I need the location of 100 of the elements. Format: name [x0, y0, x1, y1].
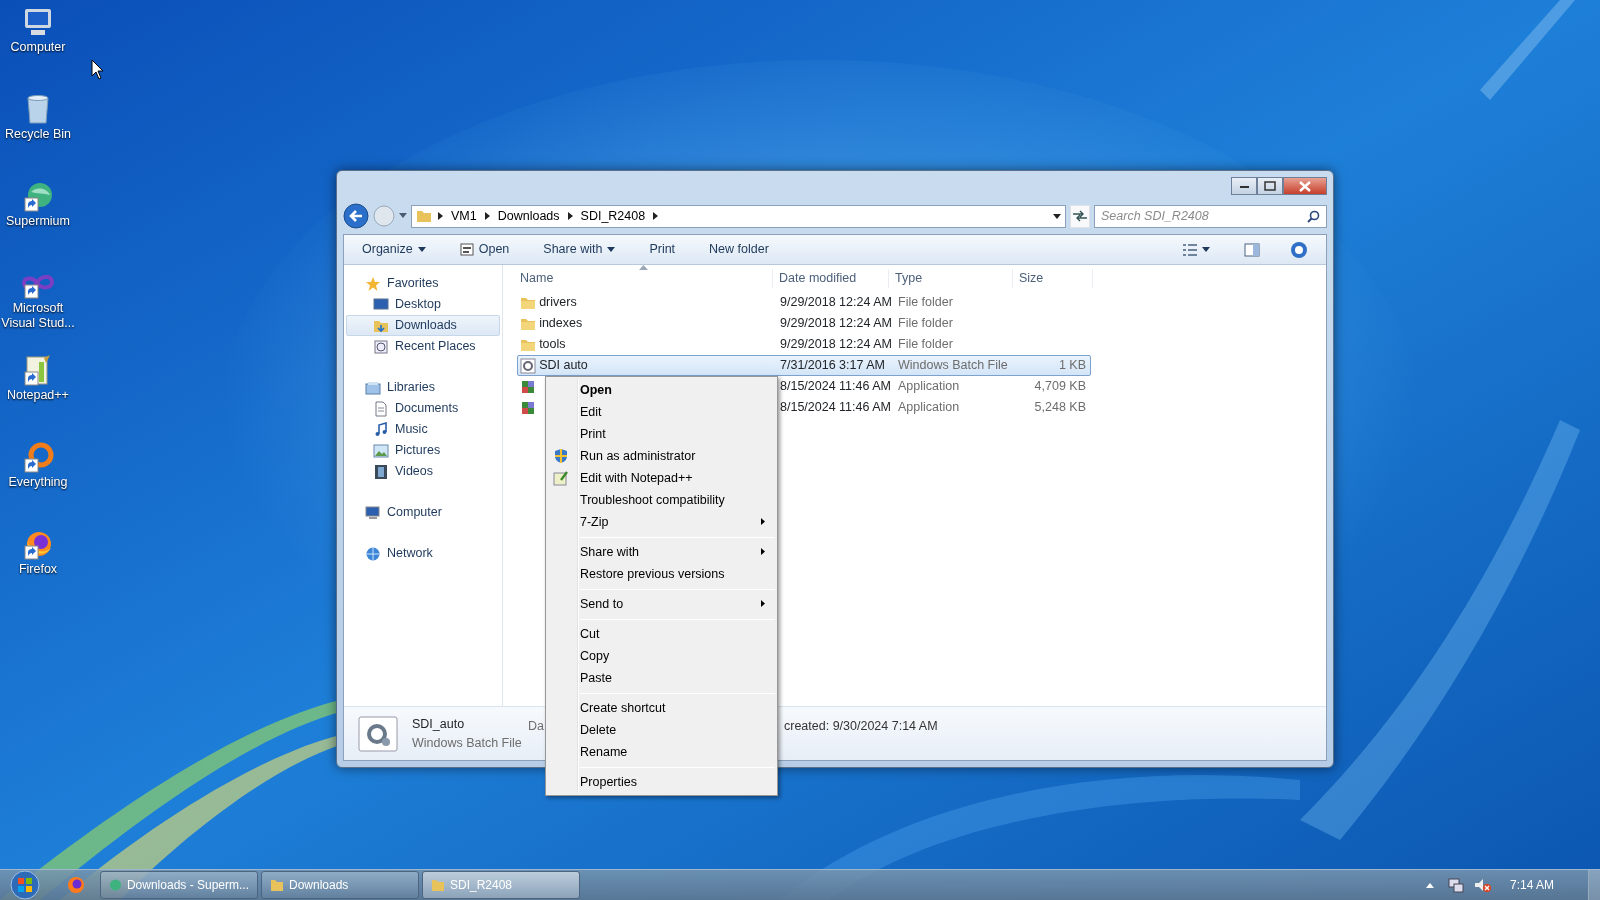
menu-item[interactable]: Print — [548, 423, 775, 445]
toolbar-button[interactable]: Organize — [354, 237, 434, 262]
chevron-icon[interactable] — [653, 212, 659, 220]
icon-label: Microsoft Visual Stud... — [0, 301, 76, 331]
file-size: 1 KB — [1057, 357, 1086, 375]
icon-label: Everything — [8, 475, 68, 490]
file-name[interactable]: indexes — [539, 314, 583, 333]
detail-value: created: 9/30/2024 7:14 AM — [784, 718, 938, 735]
breadcrumb-item[interactable]: VM1 — [449, 206, 479, 226]
menu-item[interactable]: Send to — [548, 593, 775, 615]
menu-item[interactable]: Restore previous versions — [548, 563, 775, 585]
menu-item[interactable]: Rename — [548, 741, 775, 763]
menu-item[interactable]: Create shortcut — [548, 697, 775, 719]
nav-item[interactable]: Music — [346, 419, 500, 440]
file-name[interactable]: SDI auto — [539, 356, 588, 375]
maximize-button[interactable] — [1257, 177, 1283, 195]
nav-item[interactable]: Pictures — [346, 440, 500, 461]
search-icon[interactable] — [1307, 209, 1320, 223]
nav-item[interactable]: Downloads — [346, 315, 500, 336]
file-date: 8/15/2024 11:46 AM — [779, 378, 892, 396]
nav-item[interactable]: Favorites — [346, 273, 500, 294]
toolbar-button[interactable]: New folder — [701, 237, 777, 262]
menu-item[interactable]: Edit with Notepad++ — [548, 467, 775, 489]
monitor-icon — [373, 296, 389, 313]
file-date: 7/31/2016 3:17 AM — [779, 357, 886, 375]
chevron-icon[interactable] — [567, 212, 573, 220]
toolbar-button[interactable]: Open — [451, 237, 518, 262]
clock[interactable]: 7:14 AM — [1509, 876, 1554, 894]
nav-item[interactable]: Videos — [346, 461, 500, 482]
toolbar-button[interactable]: Share with — [535, 237, 624, 262]
pane-icon — [1244, 242, 1260, 257]
search-box[interactable]: Search SDI_R2408 — [1094, 204, 1327, 228]
menu-item[interactable]: 7-Zip — [548, 511, 775, 533]
fox-icon[interactable] — [66, 875, 86, 895]
window-icon — [459, 243, 474, 256]
cursor-icon — [91, 59, 105, 81]
refresh-button[interactable] — [1070, 204, 1090, 228]
nav-item[interactable]: Desktop — [346, 294, 500, 315]
file-name[interactable]: tools — [539, 335, 566, 354]
nav-item[interactable]: Recent Places — [346, 336, 500, 357]
icon-label: Supermium — [6, 214, 70, 229]
notepad-icon — [553, 470, 569, 486]
file-type: Windows Batch File — [412, 734, 523, 752]
menu-item[interactable]: Open — [548, 379, 775, 401]
close-button[interactable] — [1283, 177, 1327, 195]
file-type: File folder — [897, 336, 954, 354]
file-name[interactable]: drivers — [539, 293, 577, 312]
maximize-icon — [1264, 180, 1276, 192]
file-size: 4,709 KB — [1033, 378, 1086, 396]
chevron-icon[interactable] — [438, 212, 443, 220]
detail-label: Da — [528, 718, 544, 735]
column-header[interactable]: Size — [1013, 269, 1093, 288]
file-type: File folder — [897, 315, 954, 333]
shield-icon — [553, 448, 569, 464]
nav-item[interactable]: Documents — [346, 398, 500, 419]
library-icon — [365, 379, 381, 396]
speaker-muted-icon[interactable] — [1473, 877, 1492, 893]
icon-label: Recycle Bin — [5, 127, 71, 142]
menu-item[interactable]: Run as administrator — [548, 445, 775, 467]
folder-icon — [416, 209, 432, 223]
menu-item[interactable]: Edit — [548, 401, 775, 423]
breadcrumb-item[interactable]: Downloads — [495, 206, 562, 226]
folder-icon — [431, 878, 445, 892]
nav-item[interactable]: Libraries — [346, 377, 500, 398]
breadcrumb-item[interactable]: SDI_R2408 — [578, 206, 648, 226]
icon-label: Notepad++ — [7, 388, 69, 403]
address-bar[interactable]: VM1 Downloads SDI_R2408 — [411, 204, 1066, 228]
column-header[interactable]: Type — [889, 269, 1013, 288]
start-button[interactable] — [8, 870, 42, 900]
list-view-icon — [1183, 243, 1197, 256]
file-date: 8/15/2024 11:46 AM — [779, 399, 892, 417]
menu-item[interactable]: Paste — [548, 667, 775, 689]
network-icon — [365, 545, 381, 562]
star-icon — [365, 275, 381, 292]
menu-item[interactable]: Share with — [548, 541, 775, 563]
column-header[interactable]: Date modified — [773, 269, 889, 288]
file-date: 9/29/2018 12:24 AM — [779, 315, 892, 333]
file-date: 9/29/2018 12:24 AM — [779, 294, 892, 312]
globe-icon — [109, 878, 122, 892]
document-icon — [373, 400, 389, 417]
menu-item[interactable]: Properties — [548, 771, 775, 793]
toolbar-button[interactable]: Print — [641, 237, 684, 262]
nav-item[interactable]: Computer — [346, 502, 500, 523]
file-type: Windows Batch File — [897, 357, 1009, 375]
close-icon — [1299, 180, 1311, 192]
network-icon[interactable] — [1447, 877, 1464, 893]
menu-item[interactable]: Delete — [548, 719, 775, 741]
file-size: 5,248 KB — [1033, 399, 1086, 417]
file-name: SDI_auto — [412, 715, 465, 733]
nav-item[interactable]: Network — [346, 543, 500, 564]
refresh-icon — [1071, 209, 1089, 223]
menu-item[interactable]: Copy — [548, 645, 775, 667]
caret-icon — [417, 247, 426, 252]
chevron-icon[interactable] — [484, 212, 490, 220]
dropdown-icon[interactable] — [1053, 213, 1061, 219]
back-button[interactable] — [343, 203, 369, 229]
file-date: 9/29/2018 12:24 AM — [779, 336, 892, 354]
menu-item[interactable]: Cut — [548, 623, 775, 645]
minimize-button[interactable] — [1231, 177, 1257, 195]
menu-item[interactable]: Troubleshoot compatibility — [548, 489, 775, 511]
